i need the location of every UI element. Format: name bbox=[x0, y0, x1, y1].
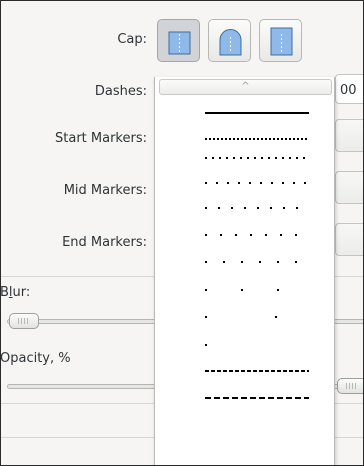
dash-option-wide-dots[interactable] bbox=[155, 198, 336, 218]
blur-slider-handle[interactable] bbox=[9, 313, 39, 329]
scroll-up-arrow-icon[interactable]: ^ bbox=[159, 79, 332, 95]
square-cap-icon bbox=[270, 27, 293, 56]
dash-offset-input[interactable]: 00 bbox=[335, 74, 363, 104]
butt-cap-icon bbox=[168, 31, 191, 55]
end-markers-label: End Markers: bbox=[62, 235, 147, 250]
round-cap-icon bbox=[219, 29, 242, 56]
dash-option-sparse-dots[interactable] bbox=[155, 252, 336, 272]
grip-icon bbox=[18, 318, 30, 324]
dashes-label: Dashes: bbox=[94, 84, 147, 99]
dash-option-dashes[interactable] bbox=[155, 361, 336, 381]
end-markers-combo[interactable] bbox=[335, 223, 363, 256]
cap-square-button[interactable] bbox=[259, 19, 302, 62]
fill-and-stroke-panel: Cap: Dashes: 00 Start Markers: Mid Marke… bbox=[0, 0, 364, 466]
dash-pattern-dropdown[interactable]: ^ bbox=[154, 77, 336, 465]
cap-round-button[interactable] bbox=[208, 19, 251, 62]
blur-label: Blur: bbox=[0, 285, 31, 300]
cap-label: Cap: bbox=[117, 32, 147, 47]
start-markers-label: Start Markers: bbox=[55, 131, 147, 146]
dash-option-sparser-dots[interactable] bbox=[155, 280, 336, 300]
start-markers-combo[interactable] bbox=[335, 119, 363, 152]
mid-markers-combo[interactable] bbox=[335, 171, 363, 204]
dash-offset-value: 00 bbox=[340, 83, 357, 98]
opacity-label: Opacity, % bbox=[0, 351, 71, 366]
dash-option-very-sparse-dots[interactable] bbox=[155, 307, 336, 327]
mid-markers-label: Mid Markers: bbox=[63, 183, 147, 198]
cap-butt-button[interactable] bbox=[157, 19, 200, 62]
dash-option-dots[interactable] bbox=[155, 148, 336, 168]
dash-option-single-dot[interactable] bbox=[155, 335, 336, 355]
dash-option-solid[interactable] bbox=[155, 103, 336, 123]
dash-option-long-dashes[interactable] bbox=[155, 388, 336, 408]
dash-option-spaced-dots[interactable] bbox=[155, 173, 336, 193]
opacity-slider-handle[interactable] bbox=[337, 378, 363, 394]
grip-icon bbox=[346, 383, 358, 389]
dash-option-wider-dots[interactable] bbox=[155, 225, 336, 245]
dash-option-dense-dots[interactable] bbox=[155, 129, 336, 149]
